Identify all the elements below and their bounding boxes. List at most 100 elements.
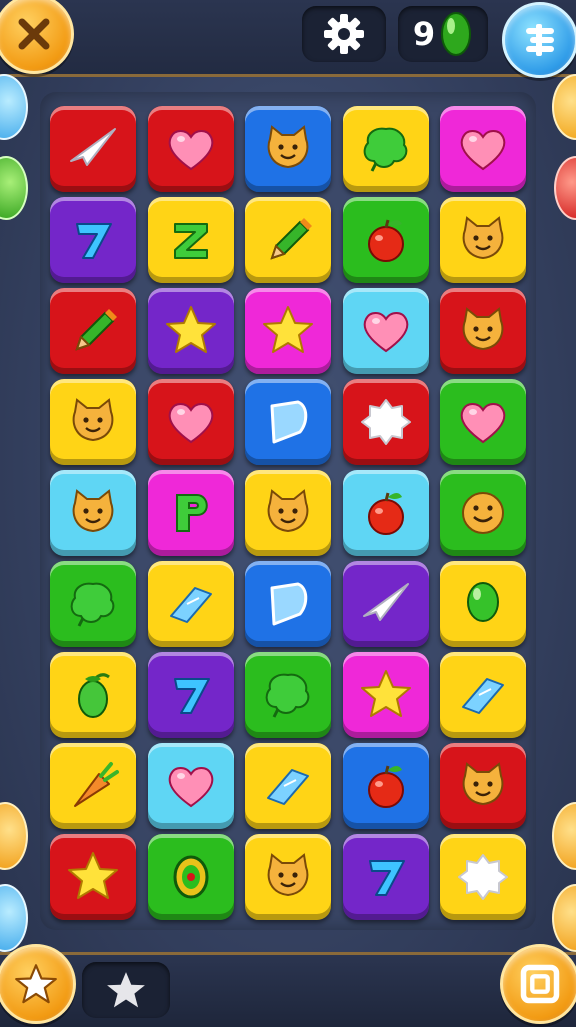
favorite-button[interactable] [82, 962, 170, 1018]
tile-yellow-cloud-star[interactable] [440, 834, 526, 920]
ribbon-icon [462, 678, 504, 714]
star-icon [15, 964, 57, 1004]
side-bubble-left-orange [0, 802, 28, 870]
seven-icon [76, 223, 112, 259]
tile-yellow-cat-face[interactable] [245, 470, 331, 556]
tile-green-apple[interactable] [342, 197, 429, 283]
tile-pink-letter-p[interactable] [147, 470, 234, 556]
crystal-icon [270, 400, 308, 444]
settings-button[interactable] [302, 6, 386, 62]
tile-yellow-ribbon[interactable] [147, 561, 234, 647]
tile-red-heart[interactable] [147, 379, 234, 465]
cat-face-icon [267, 125, 309, 169]
ring-icon [173, 855, 208, 899]
tile-green-smiley[interactable] [440, 470, 526, 556]
tile-pink-heart[interactable] [440, 106, 526, 192]
tile-green-leaf-blob[interactable] [245, 652, 331, 738]
side-bubble-right-orange-2 [552, 802, 576, 870]
side-bubble-right-orange [552, 74, 576, 140]
tile-red-star[interactable] [50, 834, 136, 920]
leaf-blob-icon [70, 582, 115, 627]
seven-icon [368, 860, 405, 896]
tile-yellow-leaf-blob[interactable] [342, 106, 429, 192]
menu-list-icon [526, 24, 554, 56]
apple-icon [367, 765, 404, 808]
tile-purple-seven[interactable] [50, 197, 136, 283]
frame-booster-button[interactable] [500, 944, 576, 1024]
letter-p-icon [175, 494, 208, 532]
top-bar [0, 0, 576, 77]
tile-yellow-cat-face[interactable] [440, 197, 526, 283]
tile-yellow-letter-z[interactable] [147, 197, 234, 283]
game-board [40, 92, 536, 930]
paper-plane-icon [362, 583, 409, 621]
cat-face-icon [462, 762, 504, 806]
green-gem-icon [441, 12, 472, 56]
tile-pink-star[interactable] [342, 652, 429, 738]
tile-red-paper-plane[interactable] [50, 106, 136, 192]
tile-yellow-cat-face[interactable] [50, 379, 136, 465]
tile-yellow-pencil[interactable] [245, 197, 331, 283]
tile-red-cloud-star[interactable] [342, 379, 429, 465]
cat-face-icon [462, 307, 504, 351]
tile-green-ring[interactable] [147, 834, 234, 920]
tile-pink-star[interactable] [245, 288, 331, 374]
balloon-icon [467, 582, 499, 622]
tile-cyan-cat-face[interactable] [50, 470, 136, 556]
carrot-icon [74, 762, 119, 807]
letter-z-icon [173, 223, 208, 259]
star-icon [165, 306, 216, 353]
tile-blue-cat-face[interactable] [245, 106, 331, 192]
cat-face-icon [267, 489, 309, 533]
pencil-icon [75, 309, 117, 351]
crystal-icon [270, 582, 308, 626]
side-bubble-right-orange-3 [552, 884, 576, 952]
menu-button[interactable] [502, 2, 576, 78]
tile-yellow-cat-face[interactable] [245, 834, 331, 920]
tile-blue-apple[interactable] [342, 743, 429, 829]
apple-icon [367, 492, 404, 535]
side-bubble-left-blue [0, 74, 28, 140]
star-icon [263, 306, 313, 353]
tile-cyan-apple[interactable] [342, 470, 429, 556]
tile-blue-crystal[interactable] [245, 379, 331, 465]
close-icon [18, 18, 50, 50]
star-icon [107, 972, 145, 1008]
tile-yellow-ribbon[interactable] [440, 652, 526, 738]
gear-icon [324, 14, 364, 54]
leaf-blob-icon [265, 673, 310, 718]
tile-green-leaf-blob[interactable] [50, 561, 136, 647]
apple-icon [367, 219, 404, 262]
leaf-blob-icon [363, 127, 407, 172]
cat-face-icon [72, 489, 114, 533]
side-bubble-left-blue-2 [0, 884, 28, 952]
tile-red-cat-face[interactable] [440, 288, 526, 374]
tile-yellow-olive[interactable] [50, 652, 136, 738]
tile-blue-crystal[interactable] [245, 561, 331, 647]
tile-green-heart[interactable] [440, 379, 526, 465]
tile-red-cat-face[interactable] [440, 743, 526, 829]
gem-count: 9 [412, 15, 436, 53]
tile-purple-seven[interactable] [342, 834, 429, 920]
smiley-icon [462, 492, 504, 534]
star-icon [68, 852, 118, 899]
cat-face-icon [267, 853, 309, 897]
cat-face-icon [462, 216, 504, 260]
tile-purple-paper-plane[interactable] [342, 561, 429, 647]
tile-yellow-ribbon[interactable] [245, 743, 331, 829]
tile-purple-seven[interactable] [147, 652, 234, 738]
cat-face-icon [72, 398, 114, 442]
side-bubble-right-red [554, 156, 576, 220]
tile-cyan-heart[interactable] [147, 743, 234, 829]
tile-red-heart[interactable] [147, 106, 234, 192]
star-icon [360, 670, 411, 717]
tile-cyan-heart[interactable] [342, 288, 429, 374]
square-frame-icon [520, 964, 560, 1004]
pencil-icon [270, 218, 312, 260]
tile-yellow-carrot[interactable] [50, 743, 136, 829]
tile-purple-star[interactable] [147, 288, 234, 374]
paper-plane-icon [70, 128, 116, 166]
heart-icon [168, 767, 213, 808]
tile-red-pencil[interactable] [50, 288, 136, 374]
tile-yellow-balloon[interactable] [440, 561, 526, 647]
